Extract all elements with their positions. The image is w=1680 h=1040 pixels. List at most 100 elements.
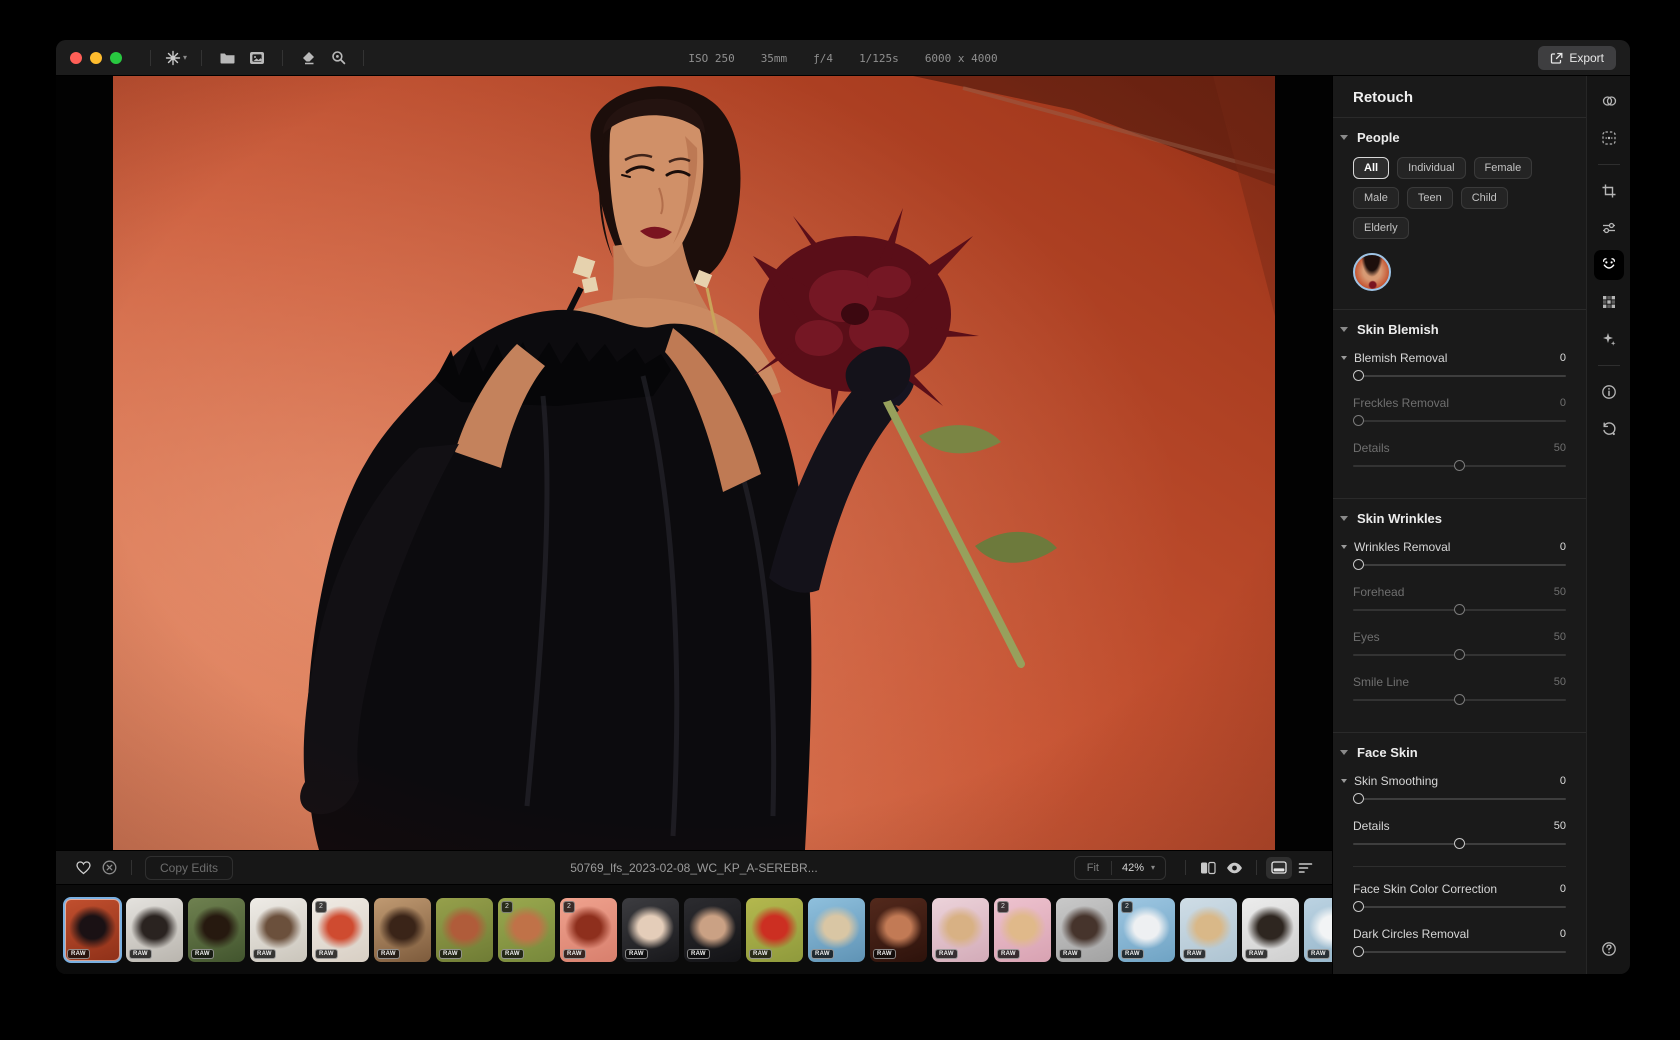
toolbar-divider [282,50,283,66]
effects-tool-button[interactable] [1594,324,1624,354]
filmstrip-thumbnail-15[interactable]: RAW [932,898,989,962]
loupe-tool-button[interactable] [323,46,353,70]
slider-knob[interactable] [1454,694,1465,705]
slider-track[interactable] [1353,367,1566,385]
people-filter-female[interactable]: Female [1474,157,1533,179]
filmstrip-thumbnail-5[interactable]: RAW 2 [312,898,369,962]
sort-button[interactable] [1292,857,1318,879]
filmstrip-thumbnail-1[interactable]: RAW [64,898,121,962]
open-folder-button[interactable] [212,46,242,70]
stack-badge: 2 [315,901,327,913]
slider-knob[interactable] [1454,838,1465,849]
adjustments-icon [1601,220,1617,236]
slider-knob[interactable] [1454,604,1465,615]
filmstrip-thumbnail-6[interactable]: RAW [374,898,431,962]
filmstrip-thumbnail-8[interactable]: RAW2 [498,898,555,962]
people-section-header[interactable]: People [1353,130,1566,145]
maximize-window-button[interactable] [110,52,122,64]
collapse-chevron-icon [1340,750,1348,755]
section-header[interactable]: Face Skin [1353,745,1566,760]
zoom-level-dropdown[interactable]: 42% ▾ [1112,862,1165,874]
crop-tool-button[interactable] [1594,176,1624,206]
stack-badge: 2 [1121,901,1133,913]
slider-label: Dark Circles Removal [1353,927,1469,941]
app-window: ▾ [56,40,1630,974]
photo-library-button[interactable] [242,46,272,70]
people-filter-all[interactable]: All [1353,157,1389,179]
mosaic-icon [1601,294,1617,310]
filmstrip-thumbnail-4[interactable]: RAW [250,898,307,962]
minimize-window-button[interactable] [90,52,102,64]
slider-track[interactable] [1353,412,1566,430]
slider-freckles-removal: Freckles Removal0 [1353,394,1566,430]
detected-face-avatar[interactable] [1353,253,1391,291]
people-filter-child[interactable]: Child [1461,187,1508,209]
slider-track[interactable] [1353,835,1566,853]
adjustments-tool-button[interactable] [1594,213,1624,243]
slider-value: 0 [1560,541,1566,553]
fit-button[interactable]: Fit [1075,862,1111,874]
slider-knob[interactable] [1353,559,1364,570]
history-tool-button[interactable] [1594,414,1624,444]
raw-badge: RAW [315,949,338,959]
filmstrip-toggle-button[interactable] [1266,857,1292,879]
raw-badge: RAW [563,949,586,959]
slider-track[interactable] [1353,898,1566,916]
slider-knob[interactable] [1454,649,1465,660]
people-filter-teen[interactable]: Teen [1407,187,1453,209]
filmstrip-thumbnail-16[interactable]: RAW2 [994,898,1051,962]
slider-track[interactable] [1353,457,1566,475]
reject-button[interactable] [96,857,122,879]
filmstrip-thumbnail-21[interactable]: RAW [1304,898,1332,962]
slider-track[interactable] [1353,943,1566,961]
slider-track[interactable] [1353,691,1566,709]
split-view-button[interactable] [1195,857,1221,879]
filmstrip-thumbnail-7[interactable]: RAW [436,898,493,962]
filmstrip-thumbnail-13[interactable]: RAW [808,898,865,962]
filmstrip-thumbnail-20[interactable]: RAW [1242,898,1299,962]
retouch-tool-button[interactable] [1594,250,1624,280]
slider-track[interactable] [1353,790,1566,808]
slider-label: Blemish Removal [1354,351,1447,365]
filmstrip-thumbnail-2[interactable]: RAW [126,898,183,962]
eraser-tool-button[interactable] [293,46,323,70]
favorite-button[interactable] [70,857,96,879]
slider-knob[interactable] [1353,370,1364,381]
expand-chevron-icon [1341,545,1347,549]
slider-knob[interactable] [1454,460,1465,471]
mosaic-tool-button[interactable] [1594,287,1624,317]
people-filter-elderly[interactable]: Elderly [1353,217,1409,239]
slider-track[interactable] [1353,556,1566,574]
people-filter-individual[interactable]: Individual [1397,157,1465,179]
section-header[interactable]: Skin Blemish [1353,322,1566,337]
slider-track[interactable] [1353,646,1566,664]
filmstrip-thumbnail-19[interactable]: RAW [1180,898,1237,962]
filmstrip-thumbnail-10[interactable]: RAW [622,898,679,962]
slider-knob[interactable] [1353,793,1364,804]
slider-knob[interactable] [1353,901,1364,912]
filmstrip-thumbnail-18[interactable]: RAW2 [1118,898,1175,962]
ai-mask-tool-button[interactable] [1594,123,1624,153]
compare-circles-tool-button[interactable] [1594,86,1624,116]
export-button[interactable]: Export [1538,46,1616,70]
help-tool-button[interactable] [1594,934,1624,964]
close-window-button[interactable] [70,52,82,64]
info-tool-button[interactable] [1594,377,1624,407]
photo-preview[interactable] [113,76,1275,850]
section-header[interactable]: Skin Wrinkles [1353,511,1566,526]
slider-knob[interactable] [1353,415,1364,426]
preview-original-button[interactable] [1221,857,1247,879]
filmstrip-thumbnail-12[interactable]: RAW [746,898,803,962]
image-canvas[interactable] [56,76,1332,850]
people-filter-male[interactable]: Male [1353,187,1399,209]
filmstrip-thumbnail-11[interactable]: RAW [684,898,741,962]
slider-details: Details50 [1353,817,1566,853]
ai-enhance-button[interactable]: ▾ [161,46,191,70]
slider-track[interactable] [1353,601,1566,619]
filmstrip-thumbnail-9[interactable]: RAW2 [560,898,617,962]
filmstrip-thumbnail-3[interactable]: RAW [188,898,245,962]
filmstrip-thumbnail-17[interactable]: RAW [1056,898,1113,962]
slider-knob[interactable] [1353,946,1364,957]
copy-edits-button[interactable]: Copy Edits [145,856,233,880]
filmstrip-thumbnail-14[interactable]: RAW [870,898,927,962]
